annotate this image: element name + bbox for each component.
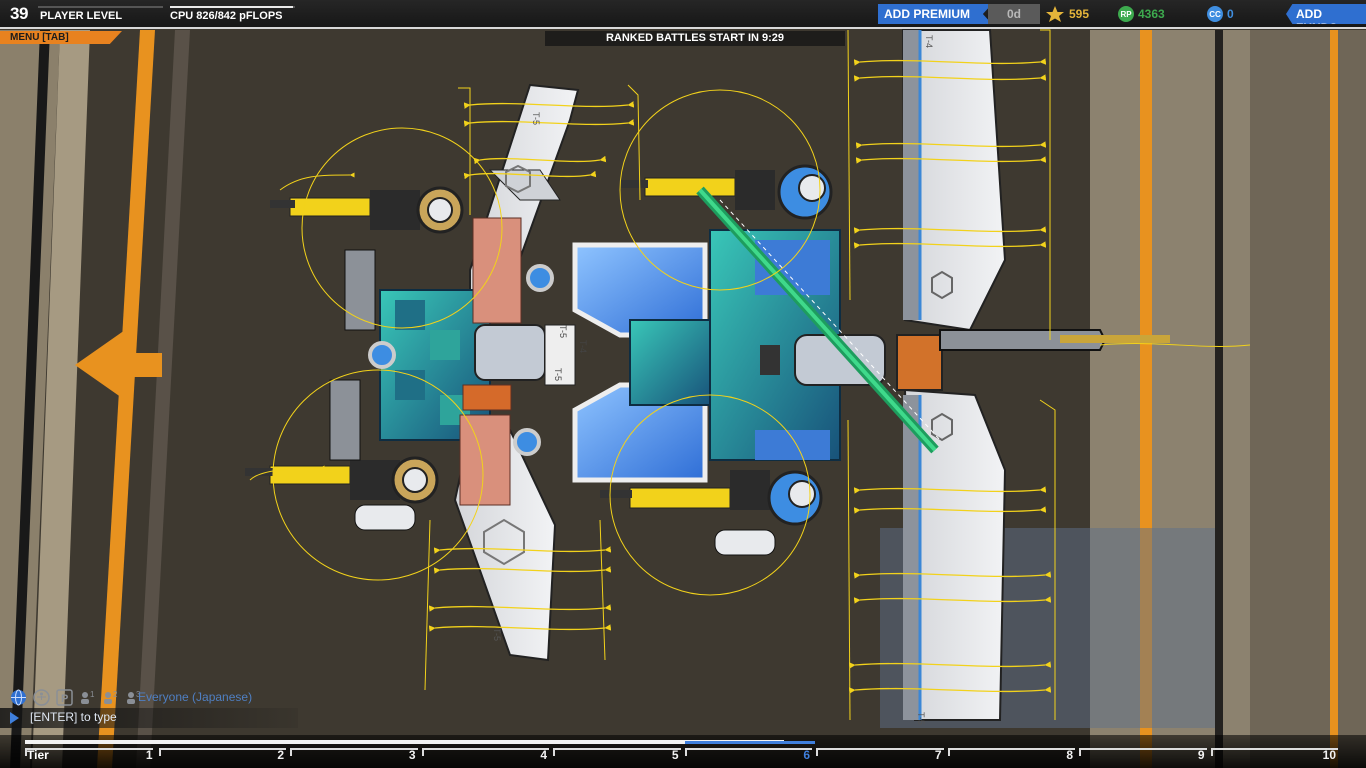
- cc-balance: CC 0: [1207, 5, 1234, 23]
- party-p-icon[interactable]: P: [56, 688, 73, 706]
- block-label-t4-b: T-4: [578, 340, 588, 353]
- game-scene: T-5 T-5 T-5 T-5 T-5 T-4 T-4: [0, 0, 1366, 768]
- block-label-t5-b: T-5: [558, 325, 568, 338]
- block-label-t5-a: T-5: [531, 112, 541, 125]
- tier-number: 2: [277, 748, 284, 762]
- group2-number: 2: [113, 690, 118, 699]
- globe-icon[interactable]: [10, 689, 27, 706]
- cpu-bar-fill: [170, 6, 293, 8]
- group1-number: 1: [90, 690, 95, 699]
- player-level-bar: [38, 6, 163, 8]
- add-premium-button[interactable]: ADD PREMIUM: [878, 4, 992, 24]
- robits-balance: 595: [1045, 5, 1089, 23]
- chat-channel-label[interactable]: Everyone (Japanese): [138, 690, 298, 706]
- robits-value: 595: [1069, 7, 1090, 21]
- cpu-bar: [170, 6, 295, 8]
- tier-number: 5: [671, 748, 679, 762]
- add-funds-button[interactable]: ADD FUNDS: [1286, 4, 1366, 24]
- player-level-number: 39: [10, 4, 28, 23]
- tier-progress-current: [685, 741, 815, 744]
- menu-tab-button[interactable]: MENU [TAB]: [0, 31, 122, 44]
- premium-days: 0d: [988, 4, 1040, 24]
- chat-toolbar: P 1 2 3: [10, 688, 142, 706]
- group1-icon[interactable]: 1: [79, 689, 96, 706]
- tier-number: 10: [1322, 748, 1336, 762]
- cc-value: 0: [1227, 7, 1234, 21]
- tier-number: 6: [803, 748, 810, 762]
- player-level-label: PLAYER LEVEL: [40, 10, 123, 22]
- tier-number: 8: [1066, 748, 1073, 762]
- chat-send-arrow-icon: [10, 712, 19, 724]
- chat-input[interactable]: [ENTER] to type: [0, 708, 298, 728]
- ranked-battles-banner: RANKED BATTLES START IN 9:29: [545, 31, 845, 46]
- accessibility-icon[interactable]: [33, 688, 50, 706]
- group2-icon[interactable]: 2: [102, 689, 119, 706]
- tier-number: 4: [540, 748, 547, 762]
- block-label-t5-c: T-5: [553, 368, 563, 381]
- tier-number: 1: [145, 748, 153, 762]
- tier-number: 3: [408, 748, 416, 762]
- rp-value: 4363: [1138, 7, 1165, 21]
- rp-balance: RP 4363: [1118, 5, 1165, 23]
- block-label-t4-a: T-4: [924, 35, 934, 48]
- star-trophy-icon: [1046, 6, 1064, 22]
- tier-number: 7: [934, 748, 942, 762]
- tier-number: 9: [1197, 748, 1205, 762]
- cc-icon: CC: [1207, 6, 1223, 22]
- top-hud-bar: 39 PLAYER LEVEL CPU 826/842 pFLOPS ADD P…: [0, 0, 1366, 29]
- block-label-t5-d: T-5: [492, 628, 502, 641]
- rp-icon: RP: [1118, 6, 1134, 22]
- block-label-t5-e: T-5: [916, 712, 926, 725]
- tier-progress-fill: [25, 740, 784, 744]
- party-letter: P: [61, 693, 68, 705]
- cpu-label: CPU 826/842 pFLOPS: [170, 10, 283, 22]
